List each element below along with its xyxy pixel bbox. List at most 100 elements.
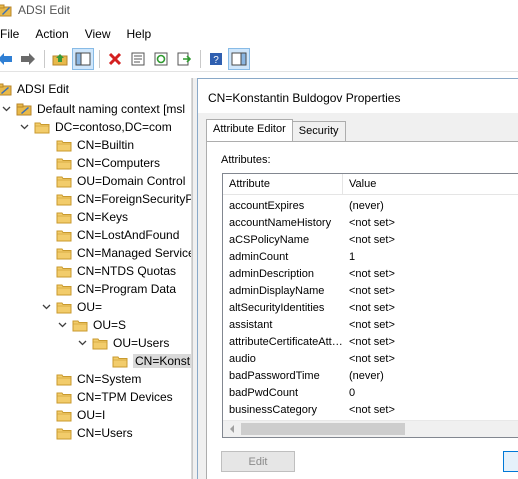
attribute-name: adminDisplayName [229,285,325,297]
delete-icon [108,52,122,65]
attributes-caption: Attributes: [221,154,271,166]
tree-item[interactable]: CN=TPM Devices [40,388,173,406]
attribute-name: accountNameHistory [229,217,332,229]
chevron-down-icon[interactable] [0,100,12,118]
attribute-row[interactable]: badPasswordTime (never) [223,368,518,385]
column-divider[interactable] [342,174,343,195]
tree-item[interactable]: CN=System [40,370,141,388]
menu-file[interactable]: File [0,27,27,41]
folder-icon [34,122,50,133]
filter-button[interactable] [503,451,518,472]
refresh-button[interactable] [150,48,172,70]
toolbar-separator [99,49,100,68]
tree-item[interactable]: OU= [40,298,102,316]
folder-icon [56,158,72,169]
properties-dialog: CN=Konstantin Buldogov Properties Attrib… [197,78,518,479]
tree-item[interactable]: CN=Konst [96,352,191,370]
attribute-value: <not set> [349,285,395,297]
menu-action[interactable]: Action [35,27,76,41]
attribute-value: (never) [349,200,384,212]
export-list-button[interactable] [173,48,195,70]
properties-icon [131,52,145,65]
tree-item-label: CN=Program Data [77,282,177,296]
attribute-value: 0 [349,387,356,399]
tree-item[interactable]: CN=LostAndFound [40,226,179,244]
attribute-row[interactable]: accountNameHistory <not set> [223,215,518,232]
help-button[interactable]: ? [205,48,227,70]
folder-icon [56,392,72,403]
attribute-name: attributeCertificateAttri... [229,336,343,348]
column-header-value[interactable]: Value [349,178,376,190]
scroll-left-button[interactable] [223,421,240,437]
tree-item[interactable]: OU=I [40,406,105,424]
attribute-name: adminCount [229,251,289,263]
attribute-row[interactable]: accountExpires (never) [223,198,518,215]
action-pane-button[interactable] [228,47,250,70]
attribute-row[interactable]: adminDescription <not set> [223,266,518,283]
tree-item[interactable]: DC=contoso,DC=com [18,118,172,136]
tree-item[interactable]: CN=Managed Service [40,244,191,262]
tree-item[interactable]: CN=Computers [40,154,160,172]
scroll-thumb[interactable] [241,423,405,435]
attribute-value: <not set> [349,404,395,416]
attribute-value: (never) [349,370,384,382]
back-button[interactable] [0,48,16,70]
tree-item-label: CN=Konst [133,354,191,368]
attribute-row[interactable]: businessCategory <not set> [223,402,518,419]
menu-help[interactable]: Help [127,27,160,41]
tree-root[interactable]: ADSI Edit [0,80,69,98]
attribute-row[interactable]: adminCount 1 [223,249,518,266]
attribute-row[interactable]: audio <not set> [223,351,518,368]
server-icon [16,103,32,115]
folder-icon [56,374,72,385]
forward-button[interactable] [17,48,39,70]
column-header-attribute[interactable]: Attribute [229,178,270,190]
tree-item[interactable]: Default naming context [msl [0,100,185,118]
folder-icon [56,212,72,223]
horizontal-scrollbar[interactable] [223,420,518,437]
tree-item[interactable]: OU=Domain Control [40,172,185,190]
chevron-down-icon[interactable] [76,334,88,352]
tree-item[interactable]: CN=ForeignSecurityP [40,190,191,208]
delete-button[interactable] [104,48,126,70]
adsi-edit-icon [0,83,12,95]
attribute-editor-panel: Attributes: Attribute Value accountExpir… [206,141,518,479]
tree-item[interactable]: CN=Builtin [40,136,134,154]
tree-item[interactable]: CN=Users [40,424,133,442]
menu-bar: File Action View Help [0,24,167,44]
tree-item[interactable]: OU=S [56,316,126,334]
menu-view[interactable]: View [85,27,119,41]
attributes-list[interactable]: Attribute Value accountExpires (never) acc… [222,173,518,438]
show-hide-tree-button[interactable] [72,47,94,70]
attribute-row[interactable]: altSecurityIdentities <not set> [223,300,518,317]
tab-security[interactable]: Security [291,121,346,141]
chevron-down-icon[interactable] [40,298,52,316]
up-level-button[interactable] [49,48,71,70]
tree-item[interactable]: CN=Keys [40,208,128,226]
edit-button[interactable]: Edit [221,451,295,472]
attribute-row[interactable]: assistant <not set> [223,317,518,334]
attribute-row[interactable]: attributeCertificateAttri... <not set> [223,334,518,351]
tab-attribute-editor[interactable]: Attribute Editor [206,119,293,141]
tree-item[interactable]: OU=Users [76,334,169,352]
chevron-down-icon[interactable] [56,316,68,334]
refresh-icon [154,52,168,65]
attribute-row[interactable]: aCSPolicyName <not set> [223,232,518,249]
tree-item[interactable]: CN=Program Data [40,280,176,298]
attribute-name: accountExpires [229,200,305,212]
properties-button[interactable] [127,48,149,70]
toolbar: ? [0,46,518,72]
attribute-row[interactable]: adminDisplayName <not set> [223,283,518,300]
tree-item[interactable]: CN=NTDS Quotas [40,262,176,280]
folder-icon [56,140,72,151]
chevron-down-icon[interactable] [18,118,30,136]
attribute-row[interactable]: badPwdCount 0 [223,385,518,402]
folder-icon [56,428,72,439]
tree-item-label: CN=Users [77,426,133,440]
folder-icon [56,302,72,313]
tree-item-label: CN=Builtin [77,138,135,152]
